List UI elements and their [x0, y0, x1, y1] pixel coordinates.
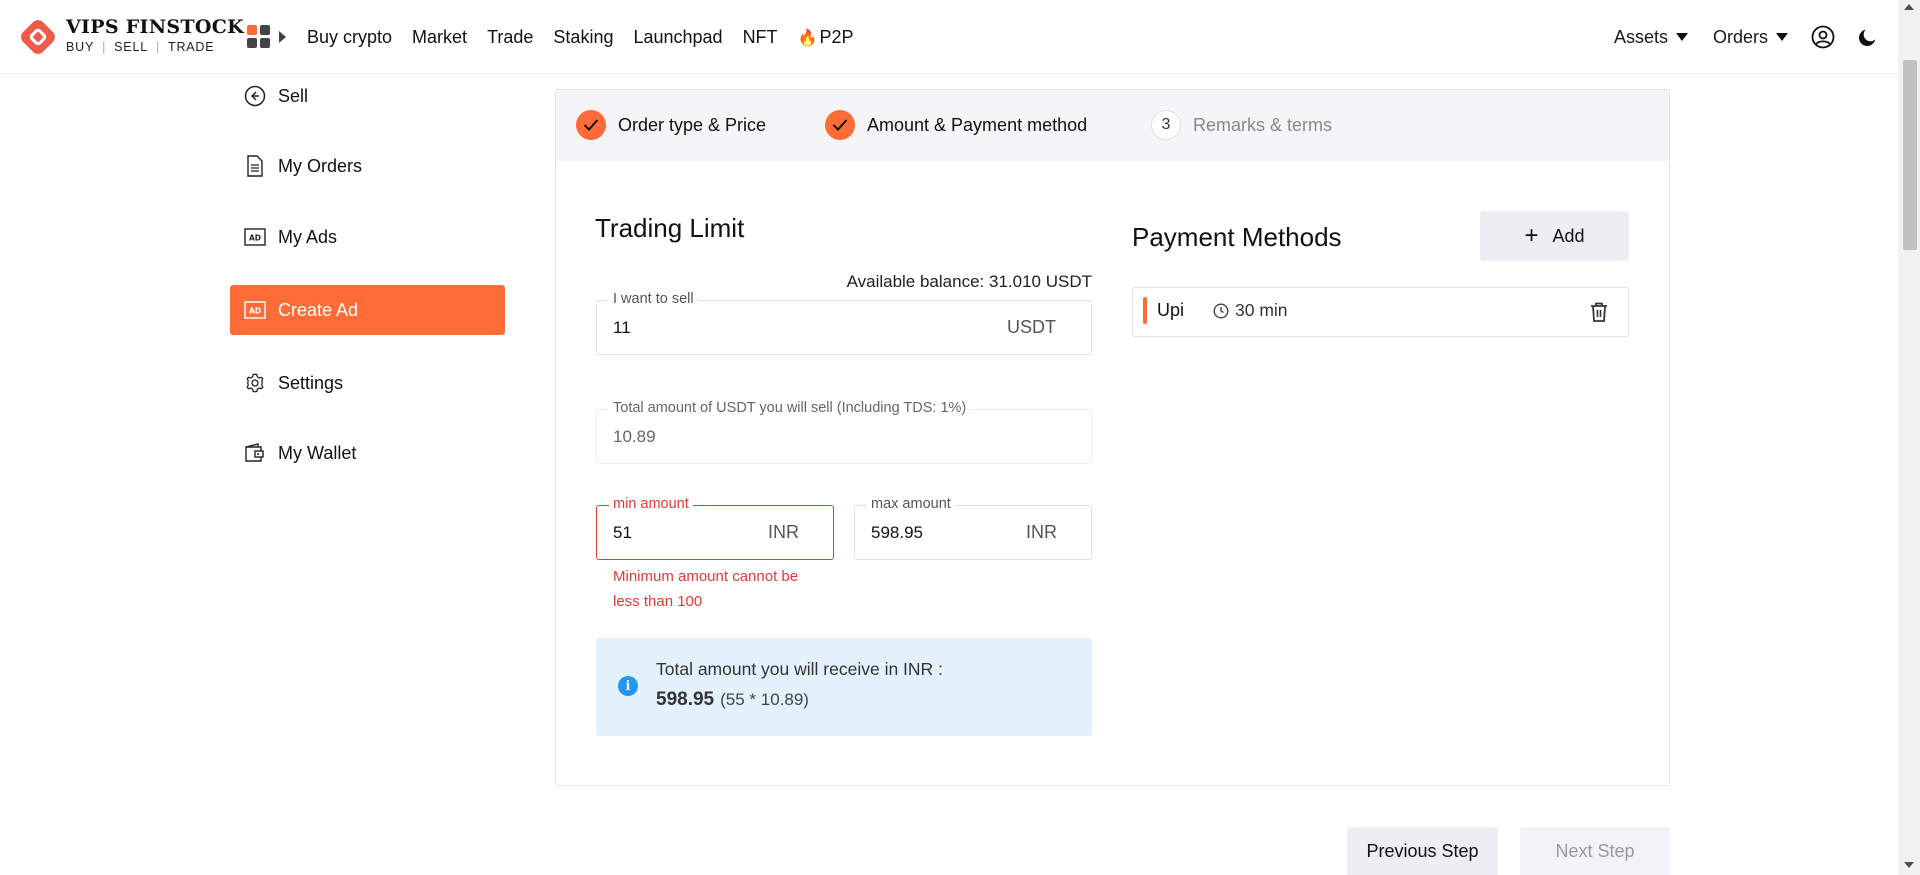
assets-dropdown[interactable]: Assets [1614, 24, 1689, 50]
min-amount-input[interactable]: 51 [613, 523, 632, 543]
step-amount-payment: Amount & Payment method [825, 110, 1087, 140]
svg-text:AD: AD [249, 234, 261, 243]
total-usdt-field: Total amount of USDT you will sell (Incl… [596, 400, 1092, 464]
sell-unit: USDT [1007, 317, 1056, 337]
gear-icon [244, 372, 266, 394]
sidebar-item-label: My Ads [278, 226, 338, 247]
receive-value: 598.95 [656, 689, 715, 710]
nav-launchpad[interactable]: Launchpad [633, 24, 722, 52]
tag-sell: SELL [114, 40, 148, 54]
nav-staking[interactable]: Staking [553, 24, 613, 52]
sell-amount-input[interactable]: 11 [613, 318, 631, 338]
max-amount-input[interactable]: 598.95 [871, 523, 923, 543]
nav-buy-crypto[interactable]: Buy crypto [307, 24, 392, 52]
scrollbar-thumb[interactable] [1903, 60, 1917, 250]
info-icon: i [618, 676, 638, 696]
tag-trade: TRADE [168, 40, 215, 54]
sidebar-item-my-wallet[interactable]: My Wallet [230, 428, 505, 478]
max-amount-field[interactable]: max amount 598.95 INR [854, 496, 1092, 560]
available-balance-value: 31.010 USDT [989, 272, 1092, 291]
scroll-down-arrow-icon[interactable] [1904, 862, 1914, 868]
sidebar-item-label: My Wallet [278, 442, 357, 463]
logo-icon[interactable] [18, 17, 58, 57]
clock-icon [1213, 303, 1229, 319]
sidebar-item-label: Settings [278, 372, 344, 393]
sidebar-item-my-orders[interactable]: My Orders [230, 141, 505, 191]
nav-trade[interactable]: Trade [487, 24, 533, 52]
dark-mode-moon-icon[interactable] [1857, 26, 1879, 48]
wallet-icon [244, 442, 266, 464]
min-amount-field[interactable]: min amount 51 INR [596, 496, 834, 560]
min-amount-label: min amount [609, 496, 693, 512]
step-label: Amount & Payment method [867, 114, 1088, 135]
orders-label: Orders [1713, 27, 1769, 47]
min-unit: INR [768, 522, 799, 542]
caret-down-icon [1776, 33, 1789, 41]
payment-method-name: Upi [1157, 300, 1185, 320]
trash-icon[interactable] [1589, 301, 1609, 323]
check-icon [576, 110, 606, 140]
available-balance: Available balance: 31.010 USDT [847, 272, 1092, 292]
trading-limit-title: Trading Limit [595, 213, 745, 243]
previous-step-button[interactable]: Previous Step [1347, 827, 1498, 875]
user-profile-icon[interactable] [1811, 25, 1835, 49]
check-icon [825, 110, 855, 140]
receive-total: 598.95 (55 * 10.89) [656, 689, 809, 711]
sell-amount-field[interactable]: I want to sell 11 USDT [596, 291, 1092, 355]
document-icon [244, 155, 266, 177]
step-label: Remarks & terms [1193, 114, 1333, 135]
step-label: Order type & Price [618, 114, 767, 135]
min-amount-error: Minimum amount cannot be less than 100 [613, 568, 799, 610]
sell-amount-label: I want to sell [609, 291, 698, 307]
add-payment-method-button[interactable]: + Add [1480, 211, 1629, 261]
sidebar-item-settings[interactable]: Settings [230, 358, 505, 408]
payment-method-accent-bar [1143, 297, 1147, 324]
plus-icon: + [1524, 222, 1539, 249]
ad-icon: AD [244, 299, 266, 321]
total-usdt-label: Total amount of USDT you will sell (Incl… [609, 400, 971, 416]
sidebar-item-create-ad[interactable]: AD Create Ad [230, 285, 505, 335]
add-label: Add [1552, 225, 1585, 246]
nav-nft[interactable]: NFT [743, 24, 778, 52]
step-number: 3 [1151, 110, 1181, 140]
payment-methods-title: Payment Methods [1132, 222, 1342, 252]
ad-icon: AD [244, 226, 266, 248]
apps-grid-icon[interactable] [247, 25, 289, 49]
brand-tagline: BUY | SELL | TRADE [66, 40, 215, 54]
payment-method-row [1132, 287, 1629, 337]
orders-dropdown[interactable]: Orders [1713, 24, 1789, 50]
receive-label: Total amount you will receive in INR : [656, 659, 943, 679]
tag-buy: BUY [66, 40, 95, 54]
sidebar-item-label: Sell [278, 85, 309, 106]
step-remarks-terms: 3 Remarks & terms [1151, 110, 1332, 140]
receive-calc: (55 * 10.89) [720, 690, 809, 709]
available-balance-label: Available balance: [846, 272, 985, 291]
sidebar-item-sell[interactable]: Sell [230, 71, 505, 121]
step-order-type-price: Order type & Price [576, 110, 766, 140]
sidebar-item-label: Create Ad [278, 299, 359, 320]
scroll-up-arrow-icon[interactable] [1904, 4, 1914, 10]
arrow-left-circle-icon [244, 85, 266, 107]
total-usdt-value: 10.89 [613, 427, 656, 446]
main-nav: Buy crypto Market Trade Staking Launchpa… [307, 24, 874, 52]
receive-info-box [596, 638, 1092, 736]
sidebar-item-my-ads[interactable]: AD My Ads [230, 212, 505, 262]
payment-method-time: 30 min [1235, 300, 1288, 320]
assets-label: Assets [1614, 27, 1669, 47]
caret-down-icon [1676, 33, 1689, 41]
next-step-button[interactable]: Next Step [1520, 827, 1670, 875]
sidebar-item-label: My Orders [278, 155, 363, 176]
svg-text:AD: AD [249, 307, 261, 316]
max-unit: INR [1026, 522, 1057, 542]
brand-name: VIPS FINSTOCK [66, 16, 244, 38]
nav-market[interactable]: Market [412, 24, 467, 52]
nav-p2p[interactable]: 🔥 P2P [798, 24, 854, 52]
nav-p2p-label: P2P [819, 27, 854, 47]
fire-icon: 🔥 [797, 30, 818, 47]
max-amount-label: max amount [867, 496, 955, 512]
